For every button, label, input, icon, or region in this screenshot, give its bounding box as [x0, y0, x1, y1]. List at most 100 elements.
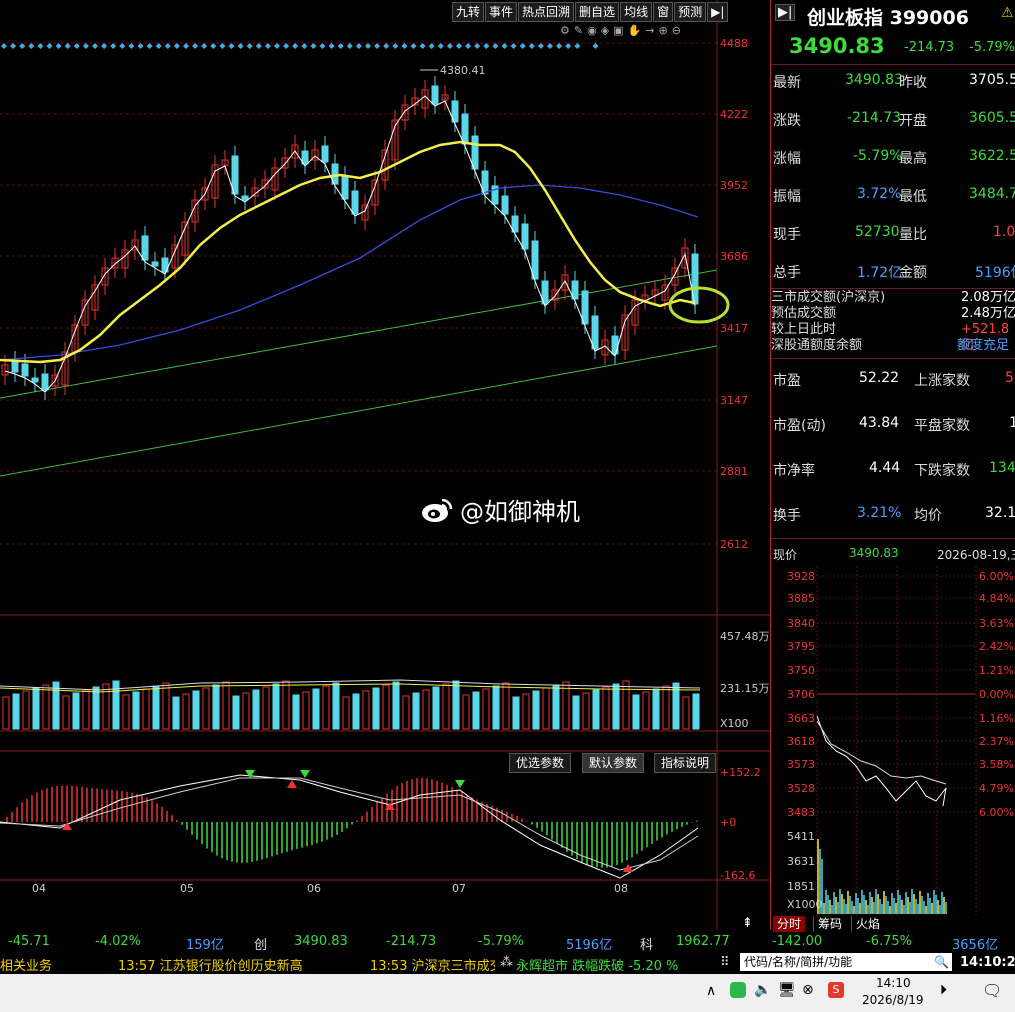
price-axis-label: 3686 — [720, 250, 748, 263]
show-desktop-icon[interactable]: ⏵ — [940, 982, 947, 998]
volume-bar — [22, 690, 30, 730]
taskbar-date[interactable]: 2026/8/19 — [862, 993, 924, 1007]
notification-icon[interactable]: 🗨 — [982, 981, 1002, 1000]
minute-pct-label: 4.84% — [979, 592, 1014, 605]
volume-bar — [602, 686, 610, 730]
minute-price-label: 3528 — [787, 782, 815, 795]
index-ticker-bar: -45.71 -4.02% 159亿 创 3490.83 -214.73 -5.… — [0, 932, 1015, 953]
minute-volume-bars — [817, 839, 947, 914]
minute-vol-label: 3631 — [787, 855, 815, 868]
wechat-icon[interactable] — [730, 982, 746, 998]
toolbar-collapse-icon[interactable]: ▶| — [707, 2, 729, 22]
price-axis-label: 3417 — [720, 322, 748, 335]
quote-row: 总手 1.72亿 金额 5196亿 — [773, 265, 1015, 281]
macd-signal-arrow — [455, 780, 465, 788]
gear-icon[interactable]: ⁂ — [500, 955, 513, 970]
hand-icon[interactable]: ✋ — [628, 24, 642, 37]
tab-timeshare[interactable]: 分时 — [773, 916, 806, 932]
tab-flame[interactable]: 火焰 — [851, 916, 884, 932]
volume-bar — [262, 686, 270, 730]
volume-bar — [392, 681, 400, 730]
zoom-out-icon[interactable]: ⊖ — [672, 24, 681, 37]
search-icon[interactable]: 🔍 — [934, 953, 949, 971]
taskbar-time[interactable]: 14:10 — [876, 976, 911, 990]
volume-icon[interactable]: 🔈 — [754, 982, 771, 998]
toolbar-button-jiuzhuan[interactable]: 九转 — [452, 2, 485, 22]
volume-bar — [82, 689, 90, 730]
market-turnover-block: 三市成交额(沪深京) 2.08万亿 预估成交额 2.48万亿 较上日此时 +521.8… — [771, 290, 1015, 353]
draw-icon[interactable]: ✎ — [574, 24, 583, 37]
quote-row: 涨幅 -5.79% 最高 3622.50 — [773, 148, 1015, 167]
ticker-value: 3490.83 — [294, 934, 348, 949]
toolbar-button-remove-watchlist[interactable]: 删自选 — [575, 2, 620, 22]
code-search-input[interactable]: 代码/名称/简拼/功能 🔍 — [740, 953, 952, 971]
volume-bar — [42, 684, 50, 730]
scroll-top-icon[interactable]: ⇞ — [742, 916, 753, 931]
settings-icon[interactable]: ⚙ — [560, 24, 570, 37]
tag-icon[interactable]: ◈ — [601, 24, 609, 37]
minute-chart-header: 现价 3490.83 2026-08-19,三 — [773, 546, 1015, 562]
grid-icon[interactable]: ⠿ — [720, 955, 730, 970]
price-axis-label: 2612 — [720, 538, 748, 551]
macd-indicator-help-button[interactable]: 指标说明 — [654, 753, 717, 773]
price-axis-label: 2881 — [720, 465, 748, 478]
minute-chart[interactable]: 3928 6.00% 3885 4.84% 3840 3.63% 3795 2.42% 3750… — [771, 566, 1015, 916]
volume-bars — [2, 680, 700, 730]
volume-bar — [472, 691, 480, 730]
volume-bar — [552, 684, 560, 730]
minute-price-label: 3706 — [787, 688, 815, 701]
toolbar-button-hotspot-review[interactable]: 热点回溯 — [518, 2, 575, 22]
toolbar-button-moving-average[interactable]: 均线 — [620, 2, 653, 22]
minute-price-line — [816, 715, 947, 807]
volume-bar — [312, 688, 320, 730]
volume-bar — [502, 682, 510, 730]
toolbar-button-window[interactable]: 窗 — [653, 2, 674, 22]
ticker-value: -4.02% — [95, 934, 141, 949]
alert-item[interactable]: 永辉超市 跌幅跌破 -5.20 % — [516, 955, 678, 974]
price-axis-labels: 4488 4222 3952 3686 3417 3147 2881 2612 — [720, 37, 748, 551]
candle-body — [591, 315, 599, 350]
app-tray-icon[interactable]: S — [828, 982, 844, 998]
candle-body — [21, 363, 29, 377]
chart-icon-row: ⚙ ✎ ◉ ◈ ▣ ✋ → ⊕ ⊖ — [560, 24, 681, 37]
tab-chips[interactable]: 筹码 — [813, 916, 846, 932]
toolbar-button-events[interactable]: 事件 — [485, 2, 518, 22]
news-item[interactable]: 相关业务 — [0, 955, 52, 974]
alert-icon[interactable]: ⚠ — [1001, 5, 1014, 21]
price-axis-label: 4488 — [720, 37, 748, 50]
candle-body — [241, 195, 249, 201]
eye-icon[interactable]: ◉ — [587, 24, 597, 37]
minute-pct-label: 0.00% — [979, 688, 1014, 701]
minute-pct-label: 6.00% — [979, 570, 1014, 583]
zoom-in-icon[interactable]: ⊕ — [659, 24, 668, 37]
news-item[interactable]: 13:53 沪深京三市成交 — [370, 955, 495, 974]
volume-bar — [402, 695, 410, 730]
volume-bar — [12, 693, 20, 730]
volume-axis-label: X100 — [720, 717, 749, 730]
panel-expand-icon[interactable]: ▶| — [775, 4, 796, 21]
minute-pct-label: 1.16% — [979, 712, 1014, 725]
ma-mid-line — [0, 140, 696, 364]
volume-bar — [62, 695, 70, 730]
macd-signal-arrow — [245, 770, 255, 778]
chevron-up-icon[interactable]: ∧ — [706, 983, 716, 999]
arrow-right-icon[interactable]: → — [645, 24, 654, 37]
kline-chart[interactable]: 4380.41 4488 4222 3952 3686 3417 3147 2881 2612… — [0, 0, 770, 930]
volume-bar — [662, 685, 670, 730]
volume-bar — [412, 692, 420, 730]
toolbar-button-forecast[interactable]: 预测 — [674, 2, 707, 22]
volume-bar — [122, 694, 130, 730]
news-item[interactable]: 13:57 江苏银行股价创历史新高 — [118, 955, 303, 974]
candle-body — [41, 373, 49, 391]
box-icon[interactable]: ▣ — [613, 24, 623, 37]
network-icon[interactable]: 🖥 — [778, 982, 796, 998]
minute-avg-line — [816, 720, 947, 785]
quote-row: 现手 52730 量比 1.00 — [773, 224, 1015, 243]
close-circle-icon[interactable]: ⊗ — [802, 982, 814, 998]
candle-body — [611, 335, 619, 355]
macd-preferred-params-button[interactable]: 优选参数 — [509, 753, 572, 773]
macd-default-params-button[interactable]: 默认参数 — [582, 753, 645, 773]
candle-body — [431, 85, 439, 105]
candle-body — [151, 261, 159, 267]
volume-bar — [482, 688, 490, 730]
